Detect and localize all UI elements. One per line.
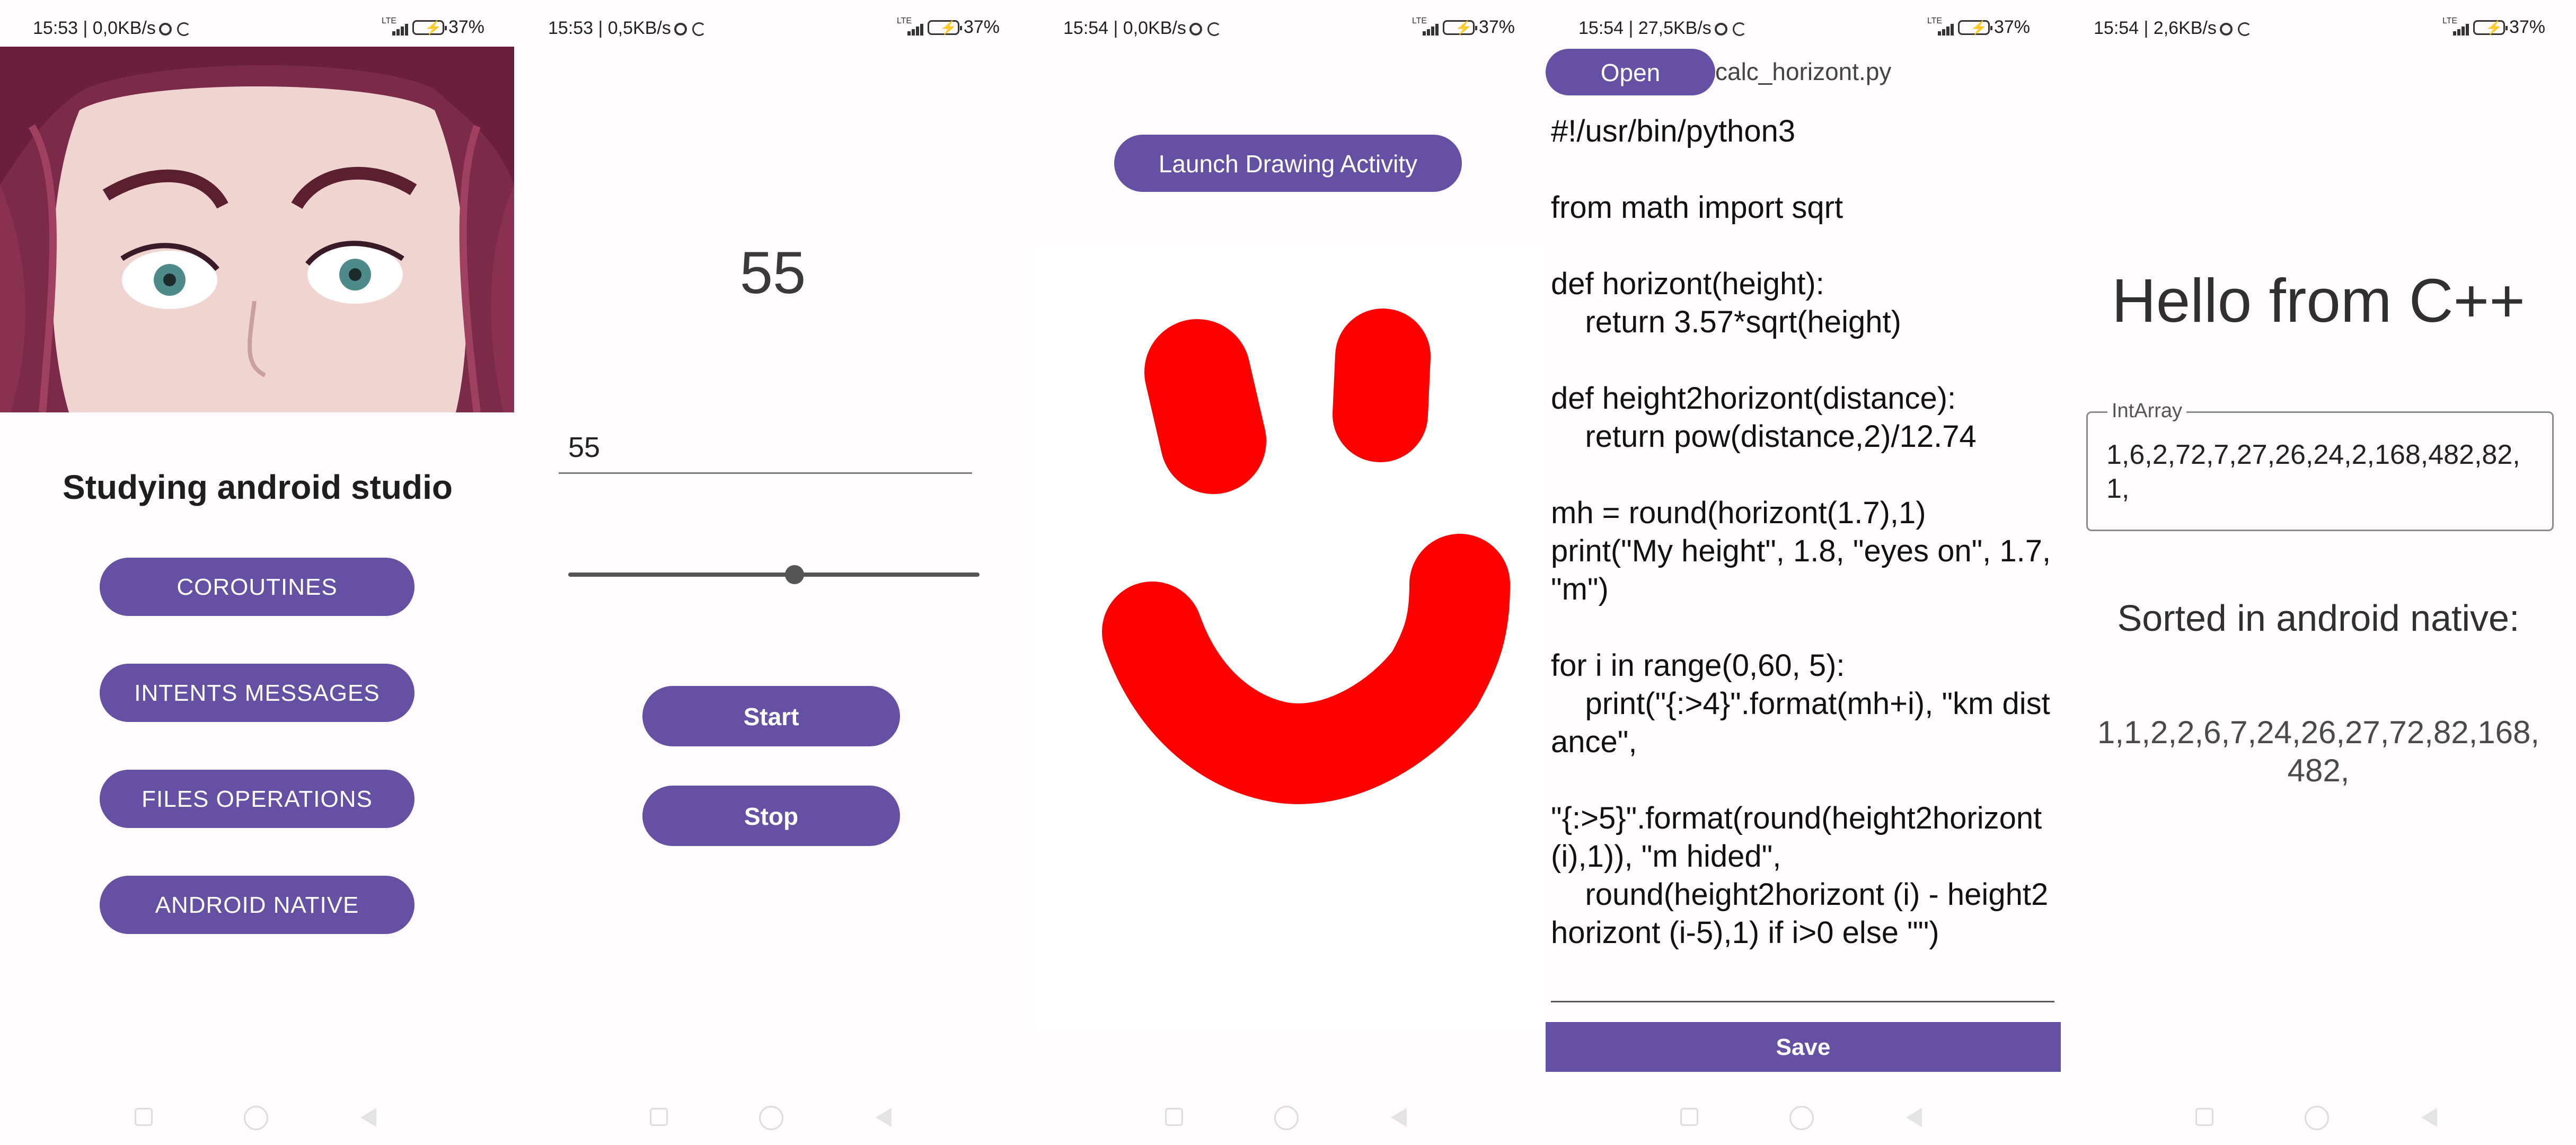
- native-screen: 15:54 | 2,6KB/s LTE ⚡ 37% Hello from C++…: [2061, 0, 2576, 1145]
- status-time: 15:54 | 27,5KB/s: [1578, 18, 1746, 39]
- navigation-bar: [515, 1092, 1030, 1145]
- status-bar: 15:54 | 27,5KB/s LTE ⚡ 37%: [1546, 0, 2061, 53]
- back-icon[interactable]: [876, 1108, 892, 1127]
- battery-percent: 37%: [2509, 17, 2545, 37]
- gear-icon: [674, 23, 687, 36]
- status-bar: 15:54 | 0,0KB/s LTE ⚡ 37%: [1030, 0, 1546, 53]
- editor-underline: [1551, 1001, 2054, 1002]
- status-time: 15:54 | 0,0KB/s: [1063, 18, 1221, 39]
- intents-messages-button[interactable]: INTENTS MESSAGES: [100, 664, 414, 722]
- sync-icon: [1732, 22, 1746, 37]
- right-eye-stroke: [1333, 309, 1431, 462]
- signal-icon: LTE: [1412, 16, 1439, 37]
- navigation-bar: [2061, 1092, 2576, 1145]
- int-array-value[interactable]: 1,6,2,72,7,27,26,24,2,168,482,82,1,: [2106, 438, 2536, 506]
- recents-icon[interactable]: [1680, 1108, 1698, 1126]
- battery-icon: ⚡: [927, 20, 962, 35]
- recents-icon[interactable]: [1165, 1108, 1183, 1126]
- smile-stroke: [1102, 534, 1510, 805]
- drawing-screen: 15:54 | 0,0KB/s LTE ⚡ 37% Launch Drawing…: [1030, 0, 1546, 1145]
- launch-drawing-button[interactable]: Launch Drawing Activity: [1114, 135, 1462, 192]
- gear-icon: [1714, 23, 1727, 36]
- file-editor-screen: 15:54 | 27,5KB/s LTE ⚡ 37% Open calc_hor…: [1546, 0, 2061, 1145]
- sync-icon: [692, 22, 706, 37]
- battery-icon: ⚡: [2473, 20, 2508, 35]
- slider-thumb[interactable]: [784, 565, 804, 584]
- code-editor[interactable]: #!/usr/bin/python3 from math import sqrt…: [1551, 112, 2054, 1003]
- signal-icon: LTE: [897, 16, 923, 37]
- coroutines-screen: 15:53 | 0,5KB/s LTE ⚡ 37% 55 55 Start St…: [515, 0, 1030, 1145]
- hello-text: Hello from C++: [2111, 266, 2526, 335]
- start-button[interactable]: Start: [642, 686, 900, 746]
- home-icon[interactable]: [759, 1106, 783, 1130]
- navigation-bar: [0, 1092, 515, 1145]
- battery-icon: ⚡: [1442, 20, 1477, 35]
- sorted-value: 1,1,2,2,6,7,24,26,27,72,82,168,482,: [2097, 715, 2540, 788]
- stop-button[interactable]: Stop: [642, 786, 900, 846]
- battery-icon: ⚡: [412, 20, 447, 35]
- status-bar: 15:53 | 0,0KB/s LTE ⚡ 37%: [0, 0, 515, 53]
- status-time: 15:54 | 2,6KB/s: [2094, 18, 2252, 39]
- gear-icon: [2219, 23, 2233, 36]
- sync-icon: [1207, 22, 1221, 37]
- battery-percent: 37%: [963, 17, 1000, 37]
- home-icon[interactable]: [1789, 1106, 1814, 1130]
- home-icon[interactable]: [2305, 1106, 2329, 1130]
- status-time: 15:53 | 0,5KB/s: [548, 18, 706, 39]
- sync-icon: [177, 22, 191, 37]
- battery-percent: 37%: [448, 17, 484, 37]
- back-icon[interactable]: [2421, 1108, 2437, 1127]
- gear-icon: [1189, 23, 1202, 36]
- drawing-canvas[interactable]: [1030, 245, 1546, 1032]
- status-time: 15:53 | 0,0KB/s: [33, 18, 191, 39]
- int-array-label: IntArray: [2107, 400, 2187, 422]
- home-icon[interactable]: [244, 1106, 268, 1130]
- counter-display: 55: [739, 240, 806, 306]
- navigation-bar: [1030, 1092, 1546, 1145]
- status-bar: 15:54 | 2,6KB/s LTE ⚡ 37%: [2061, 0, 2576, 53]
- coroutines-button[interactable]: COROUTINES: [100, 558, 414, 616]
- main-menu-screen: 15:53 | 0,0KB/s LTE ⚡ 37% Studying andro…: [0, 0, 515, 1145]
- signal-icon: LTE: [382, 16, 408, 37]
- files-operations-button[interactable]: FILES OPERATIONS: [100, 770, 414, 828]
- open-file-button[interactable]: Open: [1546, 49, 1715, 95]
- signal-icon: LTE: [2442, 16, 2469, 37]
- back-icon[interactable]: [360, 1108, 376, 1127]
- number-input[interactable]: 55: [559, 426, 972, 474]
- value-slider[interactable]: [568, 565, 980, 584]
- sync-icon: [2237, 22, 2252, 37]
- back-icon[interactable]: [1391, 1108, 1407, 1127]
- battery-percent: 37%: [1478, 17, 1515, 37]
- file-name: calc_horizont.py: [1715, 58, 1892, 85]
- signal-icon: LTE: [1927, 16, 1954, 37]
- portrait-image: [0, 47, 514, 412]
- recents-icon[interactable]: [650, 1108, 668, 1126]
- battery-percent: 37%: [1993, 17, 2030, 37]
- home-icon[interactable]: [1274, 1106, 1299, 1130]
- left-eye-stroke: [1144, 319, 1266, 494]
- android-native-button[interactable]: ANDROID NATIVE: [100, 876, 414, 934]
- navigation-bar: [1546, 1092, 2061, 1145]
- recents-icon[interactable]: [135, 1108, 153, 1126]
- sorted-title: Sorted in android native:: [2117, 597, 2520, 639]
- save-button[interactable]: Save: [1546, 1022, 2061, 1072]
- app-title: Studying android studio: [63, 468, 453, 506]
- gear-icon: [158, 23, 172, 36]
- back-icon[interactable]: [1906, 1108, 1922, 1127]
- battery-icon: ⚡: [1957, 20, 1992, 35]
- status-bar: 15:53 | 0,5KB/s LTE ⚡ 37%: [515, 0, 1030, 53]
- recents-icon[interactable]: [2195, 1108, 2213, 1126]
